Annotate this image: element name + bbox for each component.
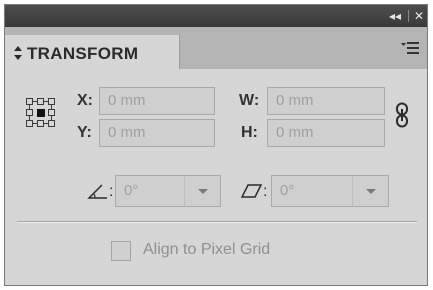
shear-colon: : [263, 183, 268, 200]
shear-angle-icon [241, 184, 263, 198]
w-label: W: [239, 92, 260, 109]
panel-menu-icon[interactable] [401, 41, 419, 55]
rotate-angle-value: 0° [124, 182, 139, 199]
shear-angle-value: 0° [280, 182, 295, 199]
up-down-arrows-icon [14, 46, 22, 60]
rotate-angle-dropdown[interactable]: 0° [115, 175, 221, 207]
x-field[interactable]: 0 mm [99, 87, 215, 115]
tab-row: TRANSFORM [5, 27, 427, 69]
chevron-down-icon [198, 189, 208, 194]
w-field[interactable]: 0 mm [267, 87, 385, 115]
align-pixel-grid-label: Align to Pixel Grid [143, 241, 271, 258]
h-label: H: [241, 124, 258, 141]
x-label: X: [77, 92, 93, 109]
panel-titlebar: ◂◂ ✕ [5, 5, 427, 27]
y-field[interactable]: 0 mm [99, 119, 215, 147]
rotate-colon: : [109, 183, 114, 200]
rotate-angle-icon [87, 184, 107, 199]
y-label: Y: [77, 124, 92, 141]
close-icon[interactable]: ✕ [414, 7, 424, 25]
panel-title: TRANSFORM [27, 44, 139, 63]
divider-highlight [17, 222, 417, 223]
align-pixel-grid-checkbox[interactable] [111, 241, 131, 261]
rotate-dropdown-button[interactable] [184, 176, 220, 206]
constrain-proportions-icon[interactable] [395, 102, 409, 128]
shear-angle-dropdown[interactable]: 0° [271, 175, 389, 207]
tab-transform[interactable]: TRANSFORM [5, 35, 180, 69]
transform-panel: ◂◂ ✕ TRANSFORM X: 0 mm Y: 0 mm W: 0 mm H… [4, 4, 428, 286]
chevron-down-icon [366, 189, 376, 194]
titlebar-separator [408, 10, 409, 22]
shear-dropdown-button[interactable] [352, 176, 388, 206]
collapse-icon[interactable]: ◂◂ [389, 7, 401, 25]
h-field[interactable]: 0 mm [267, 119, 385, 147]
reference-point-icon[interactable] [25, 97, 57, 129]
